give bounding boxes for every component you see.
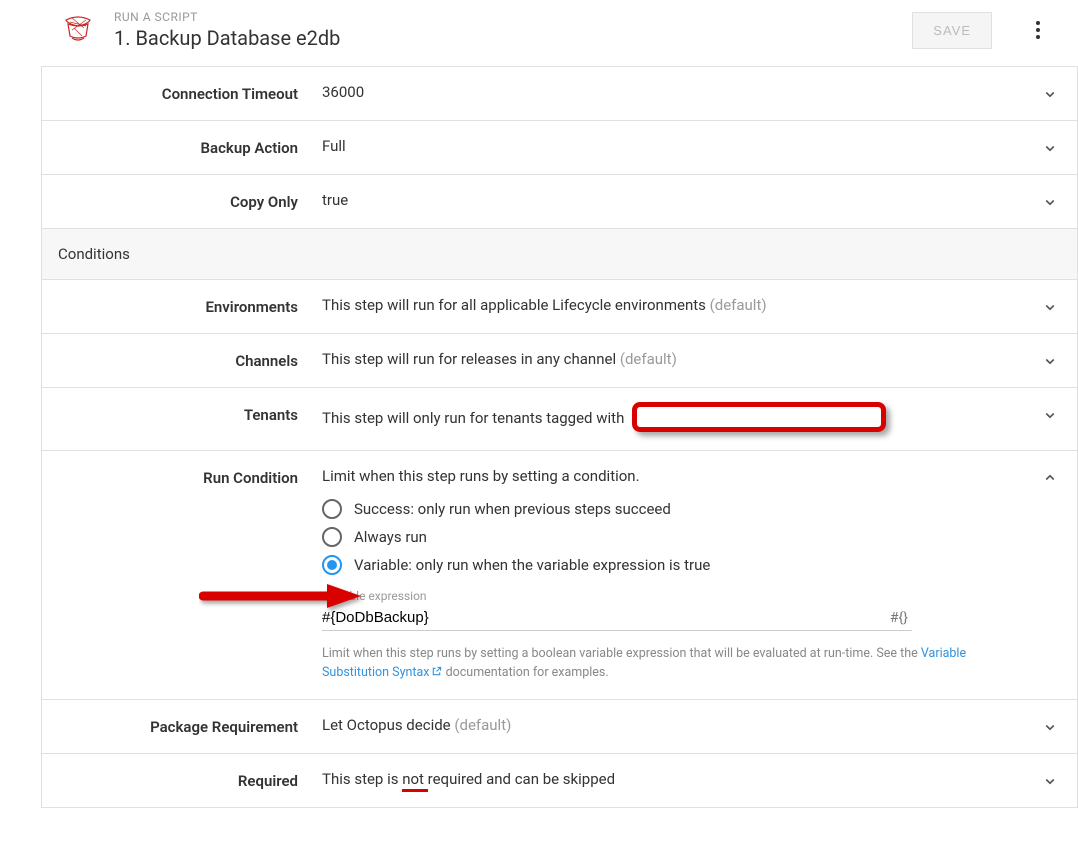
row-value: 36000 [322, 83, 1057, 101]
row-label: Backup Action [62, 137, 322, 157]
external-link-icon [431, 664, 442, 683]
row-run-condition: Run Condition Limit when this step runs … [42, 450, 1077, 699]
row-backup-action[interactable]: Backup Action Full [42, 120, 1077, 174]
row-label: Required [62, 770, 322, 790]
header-subtitle: RUN A SCRIPT [114, 10, 896, 24]
overflow-menu[interactable] [1026, 18, 1050, 42]
radio-success[interactable]: Success: only run when previous steps su… [322, 499, 1017, 519]
variable-picker-icon[interactable]: #{} [886, 610, 912, 626]
row-value: true [322, 191, 1057, 209]
row-connection-timeout[interactable]: Connection Timeout 36000 [42, 66, 1077, 120]
chevron-down-icon[interactable] [1041, 718, 1059, 736]
radio-variable[interactable]: Variable: only run when the variable exp… [322, 555, 1017, 575]
radio-icon [322, 499, 342, 519]
radio-icon-selected [322, 555, 342, 575]
chevron-down-icon[interactable] [1041, 139, 1059, 157]
radio-label: Success: only run when previous steps su… [354, 500, 671, 518]
radio-label: Always run [354, 528, 427, 546]
sql-server-icon [58, 10, 98, 50]
radio-always[interactable]: Always run [322, 527, 1017, 547]
row-label: Package Requirement [62, 716, 322, 736]
row-label: Channels [62, 350, 322, 370]
variable-expression-label: Variable expression [322, 589, 1017, 603]
chevron-down-icon[interactable] [1041, 298, 1059, 316]
section-conditions: Conditions [42, 228, 1077, 279]
row-value: This step will only run for tenants tagg… [322, 404, 1057, 434]
radio-icon [322, 527, 342, 547]
chevron-down-icon[interactable] [1041, 193, 1059, 211]
chevron-down-icon[interactable] [1041, 352, 1059, 370]
row-value: Full [322, 137, 1057, 155]
row-environments[interactable]: Environments This step will run for all … [42, 279, 1077, 333]
not-emphasis: not [402, 770, 427, 792]
chevron-down-icon[interactable] [1041, 406, 1059, 424]
row-label: Run Condition [62, 467, 322, 487]
row-label: Copy Only [62, 191, 322, 211]
header-title: 1. Backup Database e2db [114, 26, 896, 50]
row-label: Connection Timeout [62, 83, 322, 103]
step-header: RUN A SCRIPT 1. Backup Database e2db SAV… [0, 0, 1078, 66]
row-label: Tenants [62, 404, 322, 424]
row-label: Environments [62, 296, 322, 316]
run-condition-radio-group: Success: only run when previous steps su… [322, 499, 1017, 575]
chevron-down-icon[interactable] [1041, 772, 1059, 790]
variable-expression-input[interactable] [322, 605, 886, 630]
row-channels[interactable]: Channels This step will run for releases… [42, 333, 1077, 387]
row-package-requirement[interactable]: Package Requirement Let Octopus decide (… [42, 699, 1077, 753]
redacted-highlight [632, 402, 886, 432]
row-required[interactable]: Required This step is not required and c… [42, 753, 1077, 807]
run-condition-description: Limit when this step runs by setting a c… [322, 467, 1017, 485]
radio-label: Variable: only run when the variable exp… [354, 556, 710, 574]
chevron-down-icon[interactable] [1041, 85, 1059, 103]
row-value: This step will run for all applicable Li… [322, 296, 1057, 314]
row-value: This step is not required and can be ski… [322, 770, 1057, 788]
row-value: This step will run for releases in any c… [322, 350, 1057, 368]
row-copy-only[interactable]: Copy Only true [42, 174, 1077, 228]
chevron-up-icon[interactable] [1041, 469, 1059, 487]
save-button[interactable]: SAVE [912, 12, 992, 49]
help-text: Limit when this step runs by setting a b… [322, 645, 1017, 683]
row-value: Let Octopus decide (default) [322, 716, 1057, 734]
row-tenants[interactable]: Tenants This step will only run for tena… [42, 387, 1077, 450]
